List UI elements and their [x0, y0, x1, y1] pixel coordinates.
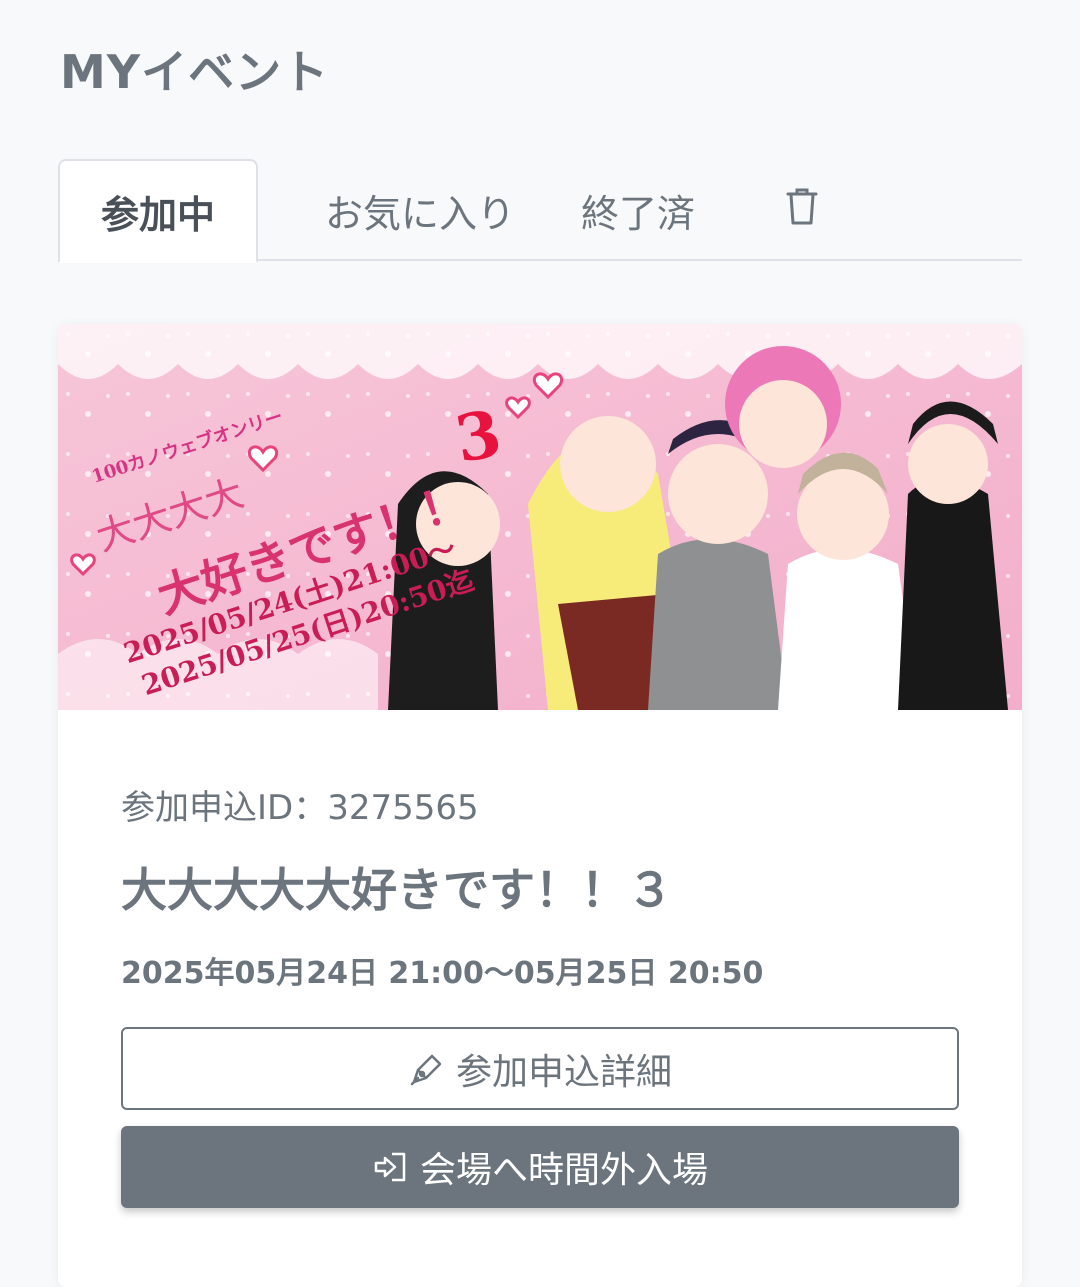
tab-finished[interactable]: 終了済 [558, 159, 718, 261]
event-banner-image[interactable]: 100カノウェブオンリー 大大大大 大好きです！！ 3 2025/05/24(土… [58, 324, 1022, 710]
event-tabs: 参加中 お気に入り 終了済 [58, 159, 1022, 263]
tab-favorites[interactable]: お気に入り [280, 159, 560, 261]
pen-icon [408, 1050, 446, 1088]
enter-venue-button[interactable]: 会場へ時間外入場 [121, 1126, 959, 1208]
enter-icon [372, 1148, 410, 1186]
enter-venue-label: 会場へ時間外入場 [419, 1150, 708, 1191]
application-detail-label: 参加申込詳細 [455, 1051, 672, 1093]
page-title: MYイベント [60, 45, 330, 99]
event-date: 2025年05月24日 21:00〜05月25日 20:50 [121, 956, 764, 991]
application-id: 参加申込ID：3275565 [121, 788, 479, 828]
tab-participating[interactable]: 参加中 [58, 159, 258, 263]
trash-icon [784, 186, 820, 235]
event-title[interactable]: 大大大大大好きです！！３ [121, 854, 673, 920]
event-card: 100カノウェブオンリー 大大大大 大好きです！！ 3 2025/05/24(土… [58, 324, 1022, 1287]
tab-trash[interactable] [762, 159, 842, 261]
application-detail-button[interactable]: 参加申込詳細 [121, 1027, 959, 1110]
